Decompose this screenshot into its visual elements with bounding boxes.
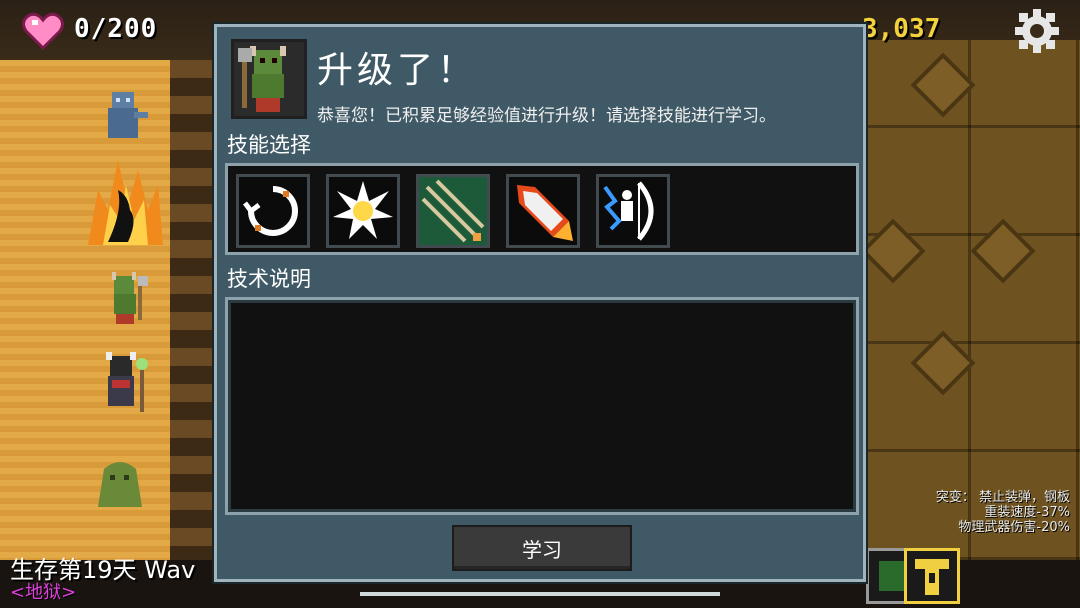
dialog-title: 升级了！ <box>317 50 478 91</box>
skill-option[interactable] <box>506 174 580 248</box>
heart-icon <box>22 12 64 50</box>
sand-edge-wall <box>170 60 220 560</box>
fire-rocket-icon <box>517 185 573 241</box>
weapon-slot-selected[interactable] <box>904 548 960 604</box>
dialog-subtitle: 恭喜您！已积累足够经验值进行升级！请选择技能进行学习。 <box>317 106 776 126</box>
goblin-portrait-icon <box>238 46 286 112</box>
skill-option[interactable] <box>326 174 400 248</box>
stone-wall <box>860 40 1080 560</box>
gold-counter: 3,037 <box>862 14 941 44</box>
skill-description-panel <box>225 297 859 515</box>
skill-selection-panel <box>225 163 859 255</box>
skill-option[interactable] <box>596 174 670 248</box>
hero-portrait <box>231 39 307 119</box>
tower-icon <box>915 559 949 595</box>
slime-ghost-sprite <box>98 462 142 507</box>
mutation-info: 突变： 禁止装弹，钢板 重装速度-37% 物理武器伤害-20% <box>936 490 1070 535</box>
level-up-dialog: 升级了！ 恭喜您！已积累足够经验值进行升级！请选择技能进行学习。 技能选择 技术… <box>214 24 866 582</box>
wall-ornament <box>910 330 976 396</box>
lightning-bow-icon <box>603 181 654 241</box>
hp-counter: 0/200 <box>74 14 158 44</box>
gear-icon[interactable] <box>1014 8 1060 54</box>
goblin-axeman-sprite <box>112 272 148 324</box>
wall-ornament <box>910 52 976 118</box>
mutation-line: 物理武器伤害-20% <box>958 520 1070 535</box>
wall-ornament <box>970 218 1036 284</box>
description-section-label: 技术说明 <box>227 267 311 291</box>
mutation-line: 重装速度-37% <box>984 505 1070 520</box>
arrow-volley-icon <box>419 177 487 245</box>
scroll-indicator <box>360 592 720 596</box>
fire-demon-sprite <box>88 160 163 245</box>
skill-section-label: 技能选择 <box>227 133 311 157</box>
ghost-enemy-sprite <box>108 92 148 138</box>
wall-ornament <box>860 218 926 284</box>
explosion-burst-icon <box>333 181 393 239</box>
reload-ring-icon <box>243 186 298 236</box>
skill-option[interactable] <box>236 174 310 248</box>
learn-button[interactable]: 学习 <box>452 525 632 571</box>
mutation-line: 突变： 禁止装弹，钢板 <box>935 490 1070 505</box>
map-name: <地狱> <box>10 582 77 603</box>
skill-description-text <box>228 300 856 324</box>
skill-option[interactable] <box>416 174 490 248</box>
dark-shaman-sprite <box>106 352 148 412</box>
